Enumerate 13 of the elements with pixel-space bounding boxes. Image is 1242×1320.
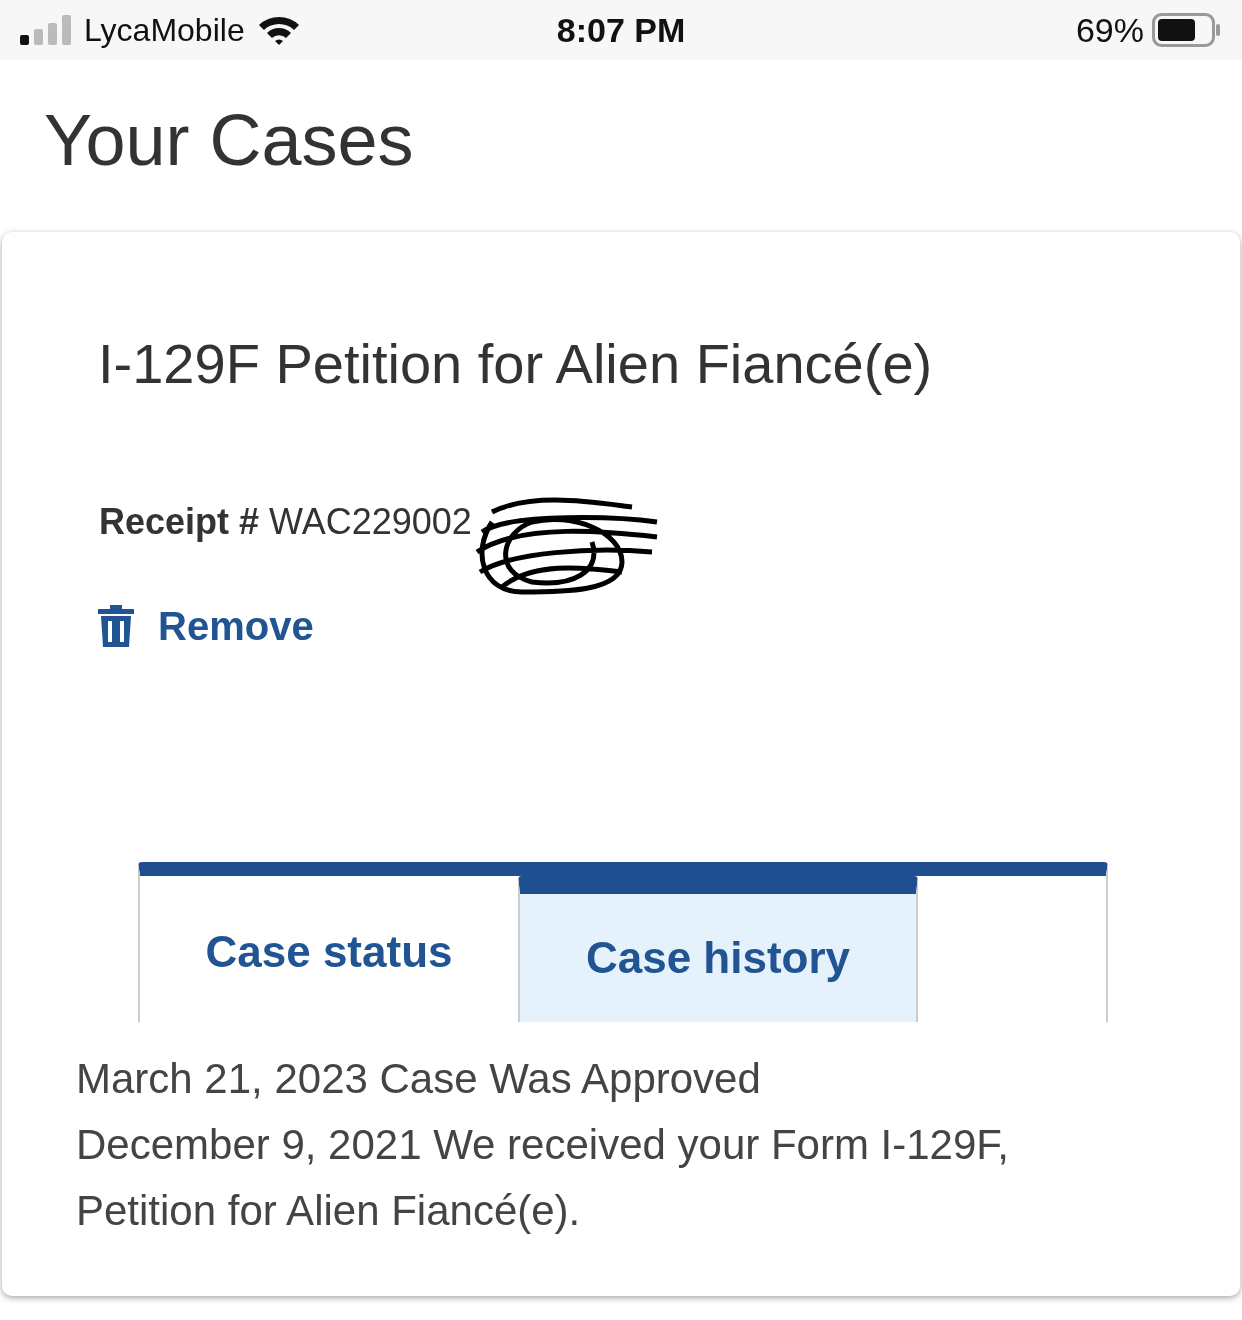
- signal-icon: [20, 15, 72, 45]
- tab[interactable]: Case history: [518, 876, 918, 1022]
- receipt-label: Receipt #: [99, 500, 260, 544]
- history-entry: March 21, 2023 Case Was Approved: [76, 1054, 762, 1104]
- history-entry: December 9, 2021 We received your Form I-129F, Petition for Alien Fiancé(e).: [76, 1120, 1010, 1236]
- battery-percent: 69%: [1075, 9, 1144, 51]
- carrier-name: LycaMobile: [84, 11, 245, 50]
- page-title: Your Cases: [44, 104, 415, 176]
- trash-icon: [98, 605, 134, 647]
- clock-time: 8:07 PM: [556, 9, 686, 51]
- receipt-number: WAC229002: [269, 500, 472, 544]
- battery-icon: [1152, 13, 1222, 47]
- remove-button[interactable]: Remove: [98, 596, 314, 656]
